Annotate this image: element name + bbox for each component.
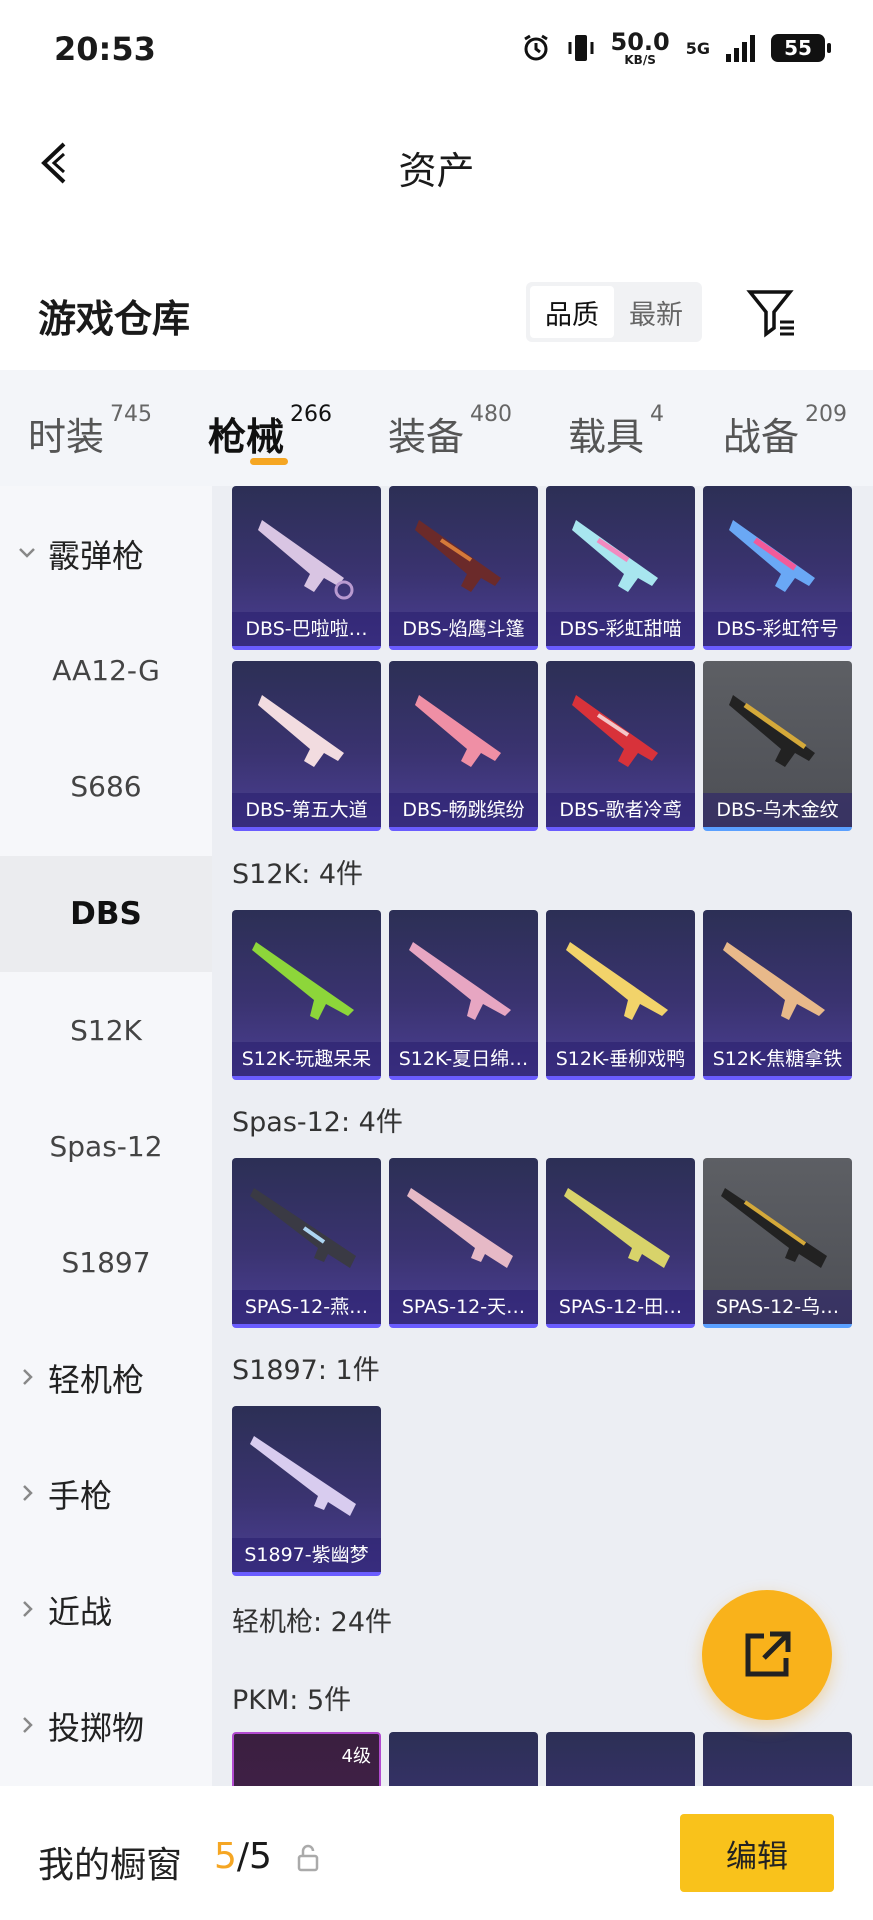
status-bar: 20:53 50.0 KB/S 5G 55 (0, 0, 873, 100)
item-card[interactable]: SPAS-12-天… (389, 1158, 538, 1328)
sidebar-item-melee[interactable]: 近战 (0, 1552, 212, 1668)
network-type: 5G (685, 38, 710, 58)
showcase-title: 我的橱窗 (38, 1845, 183, 1886)
sidebar-item-lmg[interactable]: 轻机枪 (0, 1320, 212, 1436)
item-card[interactable]: DBS-乌木金纹 (703, 661, 852, 831)
weapon-type-sidebar: 霰弹枪 AA12-G S686 DBS S12K Spas-12 S1897 轻… (0, 486, 212, 1786)
chevron-right-icon (23, 1717, 33, 1733)
gun-skin-image (407, 1188, 513, 1268)
item-card[interactable]: DBS-彩虹甜喵 (546, 486, 695, 650)
item-card[interactable]: DBS-焰鹰斗篷 (389, 486, 538, 650)
gun-skin-image (572, 695, 658, 767)
edit-button[interactable]: 编辑 (680, 1814, 834, 1892)
item-card[interactable]: S12K-焦糖拿铁 (703, 910, 852, 1080)
showcase-bar: 我的橱窗 5/5 编辑 (0, 1786, 873, 1920)
gun-skin-image (252, 942, 354, 1020)
alarm-icon (523, 34, 548, 61)
battery-icon: 55 (771, 34, 831, 62)
chevron-right-icon (23, 1601, 33, 1617)
gun-skin-image (566, 942, 668, 1020)
item-card[interactable]: DBS-彩虹符号 (703, 486, 852, 650)
gun-skin-image (729, 695, 815, 767)
chevron-right-icon (23, 1369, 33, 1385)
warehouse-bar: 游戏仓库 品质 最新 (0, 230, 873, 370)
showcase-count: 5/5 (214, 1836, 272, 1877)
tab-equipment[interactable]: 装备 480 (388, 370, 568, 486)
item-card[interactable]: DBS-第五大道 (232, 661, 381, 831)
gun-skin-image (409, 942, 511, 1020)
section-header: Spas-12: 4件 (232, 1107, 403, 1138)
item-card[interactable] (703, 1732, 852, 1786)
status-time: 20:53 (54, 30, 156, 68)
warehouse-title: 游戏仓库 (38, 297, 191, 341)
section-header: 轻机枪: 24件 (232, 1607, 393, 1638)
sidebar-item-dbs[interactable]: DBS (0, 856, 212, 972)
sidebar-item-s12k[interactable]: S12K (0, 972, 212, 1088)
section-header: S1897: 1件 (232, 1355, 380, 1386)
sort-quality[interactable]: 品质 (530, 286, 614, 338)
sort-toggle: 品质 最新 (526, 282, 702, 342)
item-card[interactable]: SPAS-12-田… (546, 1158, 695, 1328)
tab-vehicles[interactable]: 载具 4 (568, 370, 723, 486)
sidebar-item-spas12[interactable]: Spas-12 (0, 1088, 212, 1204)
share-fab[interactable] (702, 1590, 832, 1720)
item-card[interactable] (389, 1732, 538, 1786)
item-card[interactable]: S12K-玩趣呆呆 (232, 910, 381, 1080)
tab-supplies[interactable]: 战备 209 (723, 370, 873, 486)
item-card[interactable]: S12K-垂柳戏鸭 (546, 910, 695, 1080)
item-card[interactable]: DBS-畅跳缤纷 (389, 661, 538, 831)
gun-skin-image (415, 520, 501, 592)
chevron-down-icon (19, 548, 35, 558)
item-card[interactable]: 4级 (232, 1732, 381, 1786)
item-card[interactable]: SPAS-12-乌… (703, 1158, 852, 1328)
active-tab-indicator (250, 458, 288, 465)
app-header: 资产 (0, 100, 873, 230)
vibrate-icon (568, 35, 594, 61)
gun-skin-image (258, 520, 354, 600)
item-card[interactable]: S12K-夏日绵… (389, 910, 538, 1080)
tab-fashion[interactable]: 时装 745 (28, 370, 208, 486)
gun-skin-image (721, 1188, 827, 1268)
page-title: 资产 (398, 149, 475, 193)
gun-skin-image (572, 520, 658, 592)
tab-firearms[interactable]: 枪械 266 (208, 370, 388, 486)
gun-skin-image (729, 520, 815, 592)
sort-latest[interactable]: 最新 (614, 286, 698, 338)
gun-skin-image (415, 695, 501, 767)
signal-icon (726, 34, 755, 62)
gun-skin-image (723, 942, 825, 1020)
external-link-icon (745, 1631, 791, 1677)
item-card[interactable]: DBS-歌者冷鸢 (546, 661, 695, 831)
item-card[interactable]: SPAS-12-燕… (232, 1158, 381, 1328)
item-card[interactable]: DBS-巴啦啦… (232, 486, 381, 650)
section-header: S12K: 4件 (232, 859, 364, 890)
net-speed: 50.0 KB/S (610, 28, 670, 67)
sidebar-item-s686[interactable]: S686 (0, 728, 212, 844)
sidebar-item-aa12g[interactable]: AA12-G (0, 612, 212, 728)
sidebar-item-pistol[interactable]: 手枪 (0, 1436, 212, 1552)
chevron-right-icon (23, 1485, 33, 1501)
gun-skin-image (564, 1188, 670, 1268)
sidebar-item-throwable[interactable]: 投掷物 (0, 1668, 212, 1784)
sidebar-item-s1897[interactable]: S1897 (0, 1204, 212, 1320)
sidebar-item-shotgun[interactable]: 霰弹枪 (0, 496, 212, 612)
section-header: PKM: 5件 (232, 1685, 352, 1716)
gun-skin-image (258, 695, 344, 767)
item-card[interactable] (546, 1732, 695, 1786)
status-icons: 50.0 KB/S 5G 55 (521, 28, 831, 67)
category-tabs: 时装 745 枪械 266 装备 480 载具 4 战备 209 (0, 370, 873, 486)
gun-skin-image (250, 1188, 356, 1268)
gun-skin-image (250, 1436, 356, 1516)
level-badge: 4级 (341, 1746, 371, 1767)
filter-icon[interactable] (744, 284, 800, 340)
item-card[interactable]: S1897-紫幽梦 (232, 1406, 381, 1576)
lock-icon (297, 1844, 319, 1872)
